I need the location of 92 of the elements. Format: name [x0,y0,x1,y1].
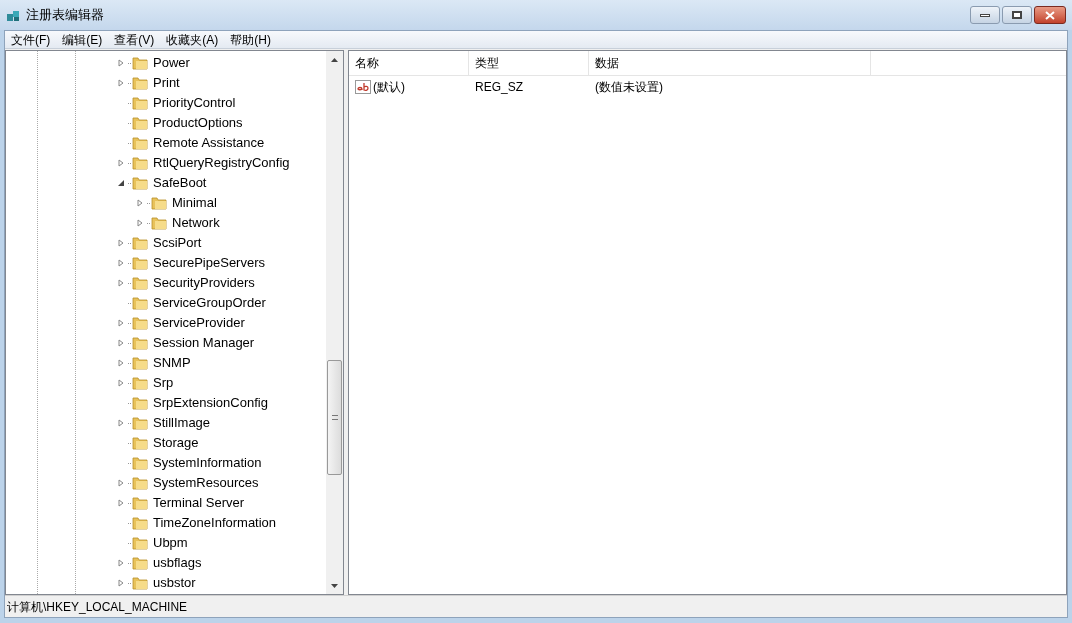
folder-icon [132,175,148,191]
expand-triangle-icon[interactable] [117,339,125,347]
column-header[interactable]: 数据 [589,51,871,75]
folder-icon [132,395,148,411]
tree-item[interactable]: SNMP [153,353,191,373]
tree-item[interactable]: Terminal Server [153,493,245,513]
menu-item[interactable]: 查看(V) [108,30,161,49]
maximize-button[interactable] [1002,6,1032,24]
folder-icon [132,475,148,491]
folder-icon [132,435,148,451]
column-header[interactable]: 名称 [349,51,469,75]
value-data: (数值未设置) [594,79,664,96]
tree-item[interactable]: ServiceProvider [153,313,245,333]
tree-item[interactable]: Print [153,73,180,93]
expand-triangle-icon[interactable] [136,219,144,227]
tree-item[interactable]: TimeZoneInformation [153,513,277,533]
close-button[interactable] [1034,6,1066,24]
folder-icon [132,255,148,271]
value-type: REG_SZ [474,79,524,96]
folder-icon [151,195,167,211]
folder-icon [132,515,148,531]
scrollbar[interactable] [326,51,343,594]
folder-icon [132,235,148,251]
expand-triangle-icon[interactable] [117,479,125,487]
tree-item[interactable]: PriorityControl [153,93,236,113]
tree-item[interactable]: Minimal [172,193,217,213]
expand-triangle-icon[interactable] [117,159,125,167]
folder-icon [132,355,148,371]
tree-item[interactable]: usbstor [153,573,196,593]
close-icon [1045,10,1055,20]
status-path: 计算机\HKEY_LOCAL_MACHINE [7,598,188,616]
menu-item[interactable]: 收藏夹(A) [160,30,225,49]
tree-item[interactable]: Power [153,53,190,73]
expand-triangle-icon[interactable] [117,79,125,87]
tree-item[interactable]: StillImage [153,413,211,433]
expand-triangle-icon[interactable] [117,419,125,427]
menu-item[interactable]: 文件(F) [5,30,57,49]
folder-icon [132,555,148,571]
tree-item[interactable]: Remote Assistance [153,133,265,153]
tree-item[interactable]: SystemInformation [153,453,262,473]
tree-item[interactable]: SecurityProviders [153,273,255,293]
expand-triangle-icon[interactable] [117,579,125,587]
folder-icon [132,575,148,591]
menu-item[interactable]: 编辑(E) [56,30,109,49]
folder-icon [132,375,148,391]
column-header[interactable]: 类型 [469,51,589,75]
tree-item[interactable]: Srp [153,373,174,393]
tree-item[interactable]: usbflags [153,553,202,573]
folder-icon [132,75,148,91]
folder-icon [132,455,148,471]
folder-icon [132,155,148,171]
folder-icon [132,95,148,111]
scroll-thumb[interactable] [327,360,342,475]
folder-icon [132,535,148,551]
minimize-button[interactable] [970,6,1000,24]
folder-icon [132,115,148,131]
expand-triangle-icon[interactable] [117,559,125,567]
expand-triangle-icon[interactable] [117,379,125,387]
tree-item[interactable]: SrpExtensionConfig [153,393,268,413]
tree-item[interactable]: ServiceGroupOrder [153,293,266,313]
string-value-icon [355,80,371,94]
expand-triangle-icon[interactable] [136,199,144,207]
folder-icon [151,215,167,231]
window-title: 注册表编辑器 [26,6,104,25]
folder-icon [132,335,148,351]
folder-icon [132,295,148,311]
folder-icon [132,495,148,511]
tree-item[interactable]: ScsiPort [153,233,202,253]
folder-icon [132,275,148,291]
expand-triangle-icon[interactable] [117,259,125,267]
tree-item[interactable]: SecurePipeServers [153,253,265,273]
folder-icon [132,315,148,331]
tree-item[interactable]: SystemResources [153,473,259,493]
folder-icon [132,55,148,71]
tree-item[interactable]: Ubpm [153,533,188,553]
tree-item[interactable]: ProductOptions [153,113,243,133]
tree-item[interactable]: Network [172,213,220,233]
collapse-triangle-icon[interactable] [117,179,125,187]
tree-item[interactable]: RtlQueryRegistryConfig [153,153,290,173]
tree-item[interactable]: Storage [153,433,199,453]
expand-triangle-icon[interactable] [117,279,125,287]
tree-item[interactable]: SafeBoot [153,173,207,193]
folder-icon [132,415,148,431]
menu-item[interactable]: 帮助(H) [224,30,277,49]
folder-icon [132,135,148,151]
value-name: (默认) [373,79,405,96]
expand-triangle-icon[interactable] [117,359,125,367]
expand-triangle-icon[interactable] [117,499,125,507]
tree-item[interactable]: Session Manager [153,333,255,353]
expand-triangle-icon[interactable] [117,59,125,67]
expand-triangle-icon[interactable] [117,319,125,327]
expand-triangle-icon[interactable] [117,239,125,247]
